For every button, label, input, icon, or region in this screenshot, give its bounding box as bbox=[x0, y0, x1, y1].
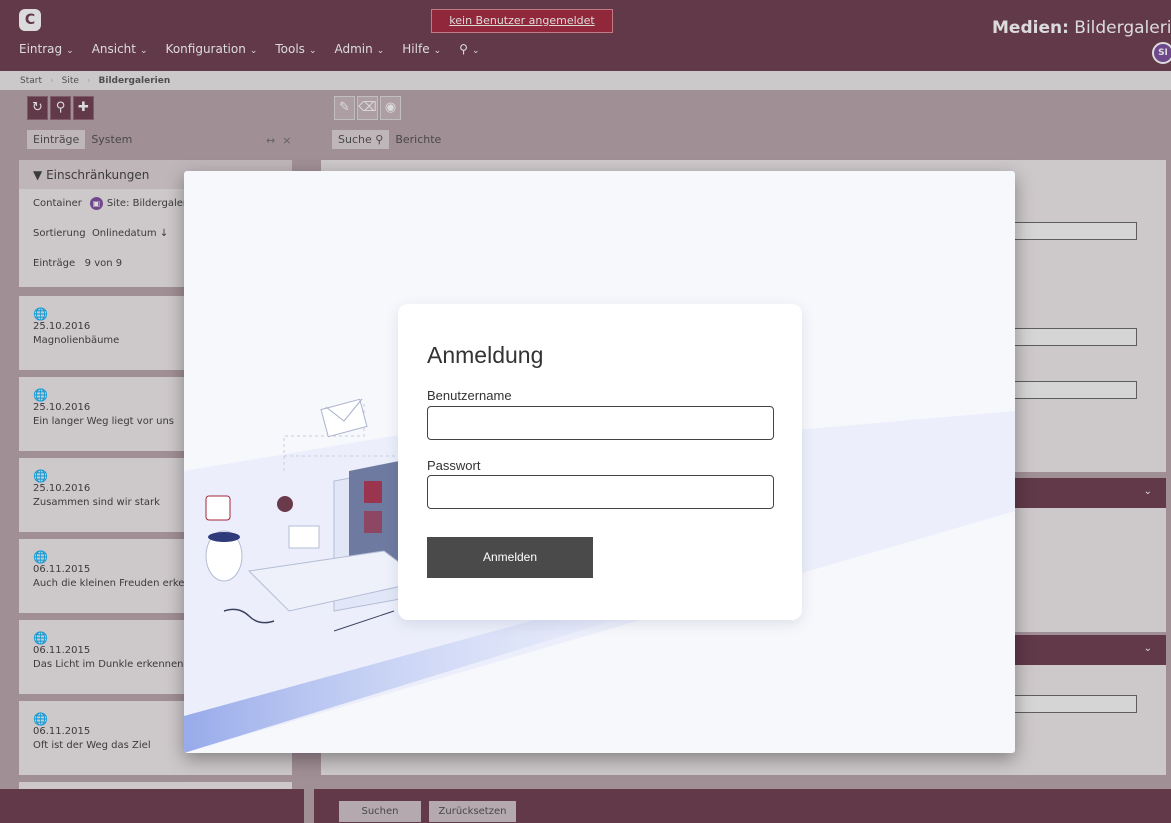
password-field[interactable] bbox=[427, 475, 774, 509]
username-field[interactable] bbox=[427, 406, 774, 440]
login-button[interactable]: Anmelden bbox=[427, 537, 593, 578]
username-label: Benutzername bbox=[427, 388, 512, 403]
login-title: Anmeldung bbox=[427, 342, 544, 368]
login-modal: Anmeldung Benutzername Passwort Anmelden bbox=[184, 171, 1015, 753]
login-card: Anmeldung Benutzername Passwort Anmelden bbox=[398, 304, 802, 620]
password-label: Passwort bbox=[427, 458, 481, 473]
